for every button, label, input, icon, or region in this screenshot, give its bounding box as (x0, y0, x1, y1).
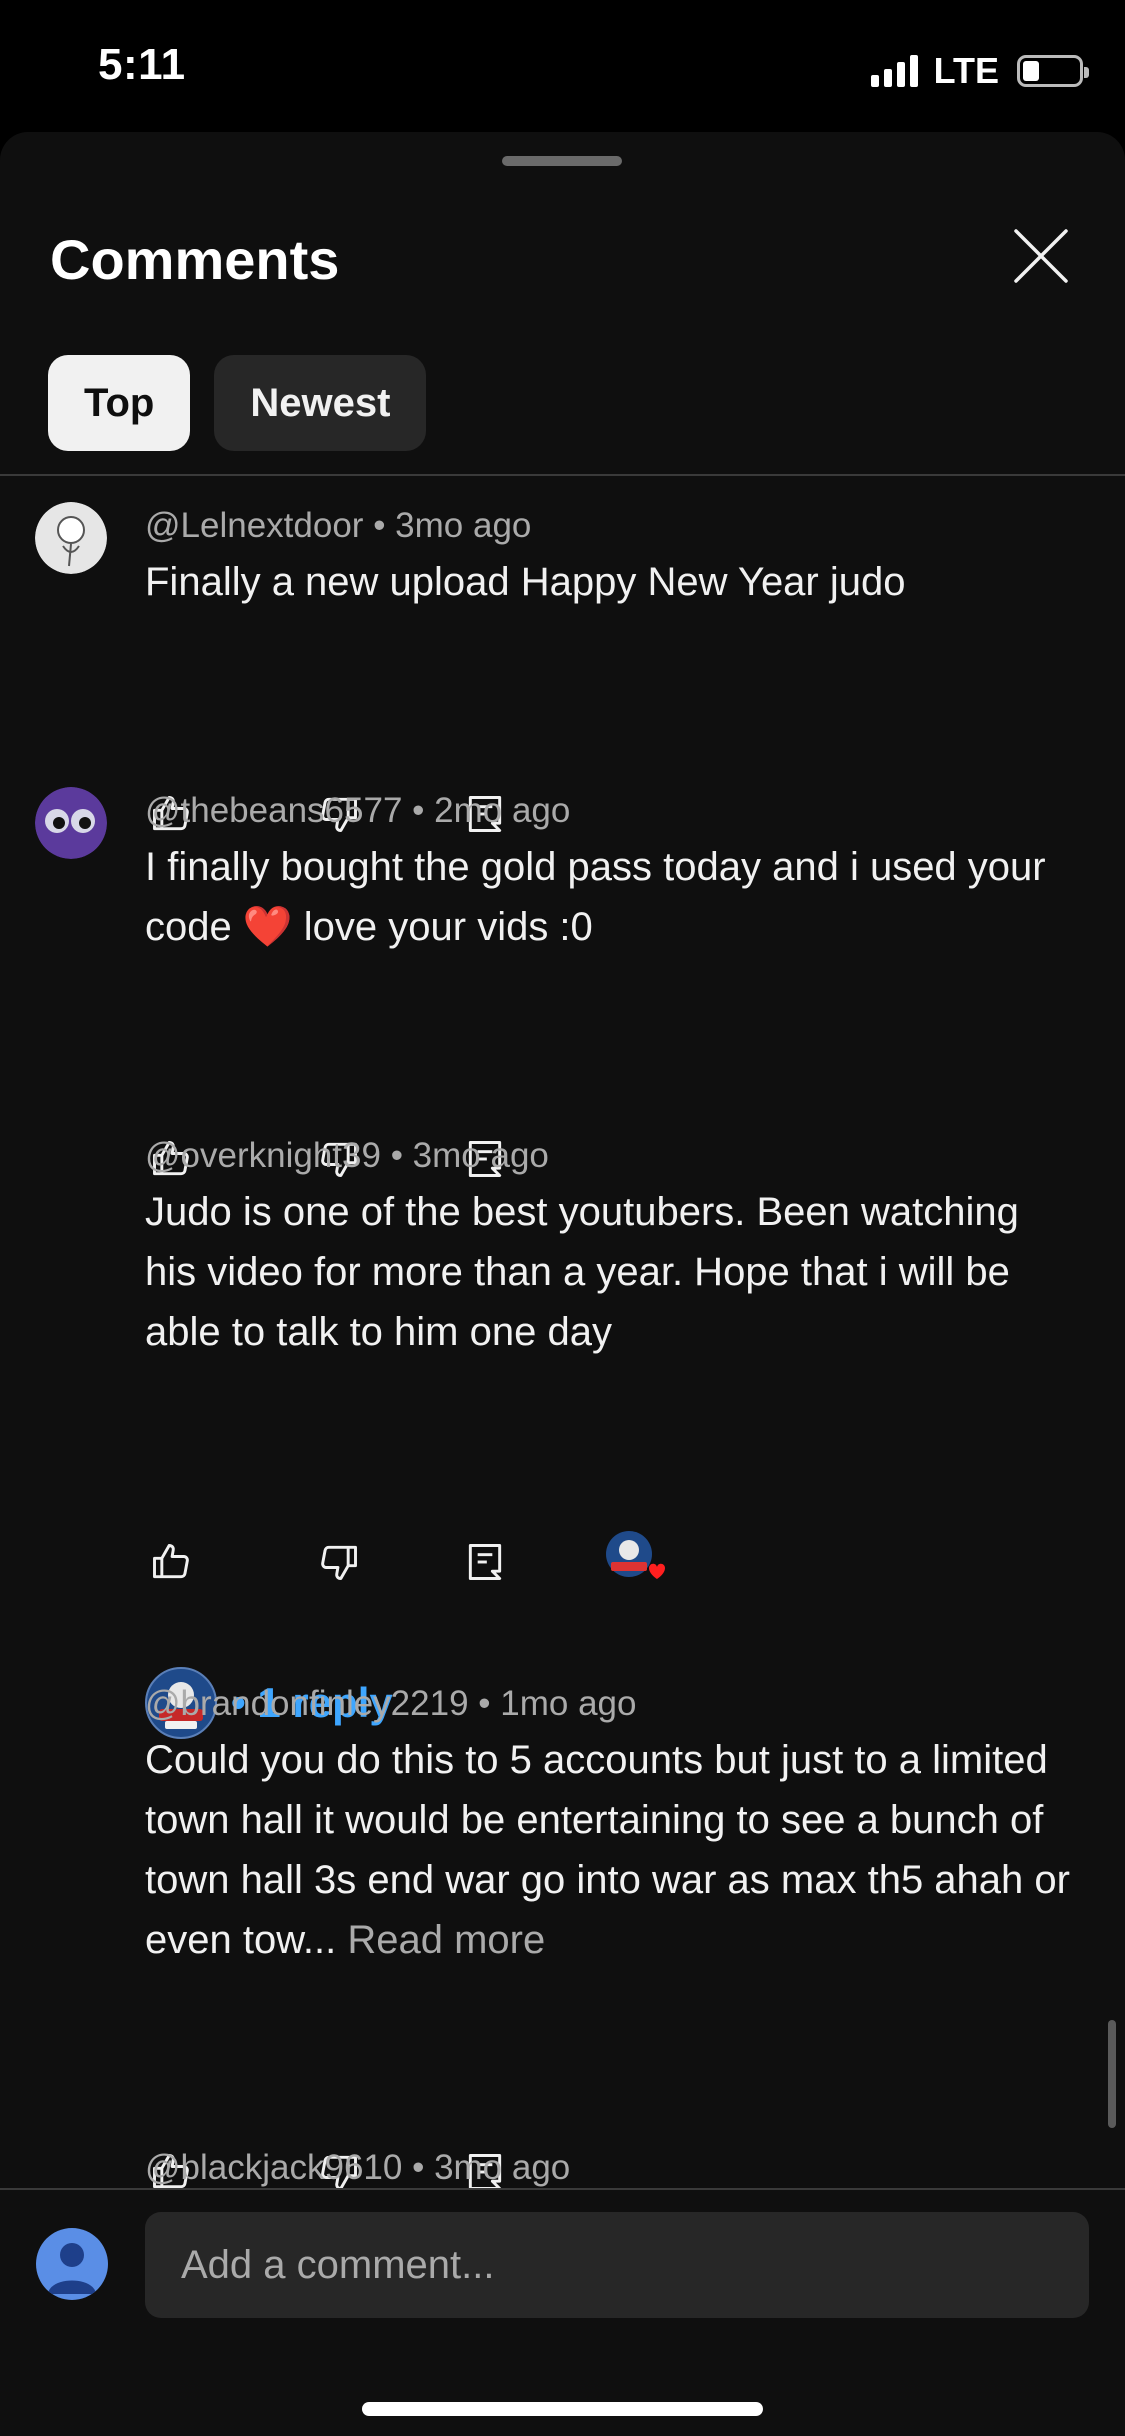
comment-age: 1mo ago (500, 1684, 637, 1723)
user-avatar (36, 2228, 108, 2300)
home-indicator[interactable] (362, 2402, 763, 2416)
network-label: LTE (933, 50, 999, 91)
tab-newest[interactable]: Newest (214, 355, 427, 451)
comment-meta: @blackjack9610 • 3mo ago (145, 2148, 571, 2187)
drag-handle[interactable] (502, 156, 622, 166)
signal-icon (870, 55, 918, 87)
comment-author[interactable]: @Lelnextdoor (145, 506, 363, 545)
comment-meta: @brandonfinley2219 • 1mo ago (145, 1684, 637, 1723)
comment-text: I finally bought the gold pass today and… (145, 845, 1046, 949)
comment-author[interactable]: @brandonfinley2219 (145, 1684, 469, 1723)
comment-age: 3mo ago (434, 2148, 571, 2187)
creator-heart-icon (606, 1531, 665, 1579)
comment-author[interactable]: @blackjack9610 (145, 2148, 402, 2187)
comment-text: Finally a new upload Happy New Year judo (145, 560, 906, 604)
comment-actions (145, 1531, 745, 1590)
scrollbar[interactable] (1108, 2020, 1116, 2128)
page-title: Comments (50, 228, 340, 291)
close-icon (1014, 229, 1068, 283)
comment-meta: @Lelnextdoor • 3mo ago (145, 506, 532, 545)
tab-top[interactable]: Top (48, 355, 191, 451)
comment-age: 3mo ago (412, 1136, 549, 1175)
status-time: 5:11 (98, 40, 186, 89)
comment-meta: @overknight39 • 3mo ago (145, 1136, 549, 1175)
sort-tabs: Top Newest (48, 355, 427, 451)
comment-text: Could you do this to 5 accounts but just… (145, 1730, 1075, 1970)
comments-sheet: Comments Top Newest @Lelnextdoor • 3mo a… (0, 132, 1125, 2436)
add-comment-bar (0, 2188, 1125, 2436)
avatar[interactable] (35, 787, 107, 859)
battery-icon (1017, 55, 1089, 87)
comment-age: 3mo ago (395, 506, 532, 545)
comment-author[interactable]: @thebeans6577 (145, 791, 402, 830)
header-divider (0, 474, 1125, 476)
dislike-icon[interactable] (317, 1540, 361, 1584)
close-button[interactable] (1010, 225, 1072, 287)
reply-icon[interactable] (463, 1540, 507, 1584)
like-icon[interactable] (149, 1540, 193, 1584)
status-indicators: LTE (870, 50, 1089, 92)
comment-text: Judo is one of the best youtubers. Been … (145, 1190, 1019, 1354)
comment-author[interactable]: @overknight39 (145, 1136, 381, 1175)
read-more-link[interactable]: Read more (347, 1918, 545, 1962)
avatar[interactable] (35, 502, 107, 574)
status-bar: 5:11 LTE (0, 0, 1125, 130)
comment-age: 2mo ago (434, 791, 571, 830)
add-comment-input[interactable] (145, 2212, 1089, 2318)
comment-meta: @thebeans6577 • 2mo ago (145, 791, 571, 830)
comment-text-content: Could you do this to 5 accounts but just… (145, 1738, 1070, 1962)
